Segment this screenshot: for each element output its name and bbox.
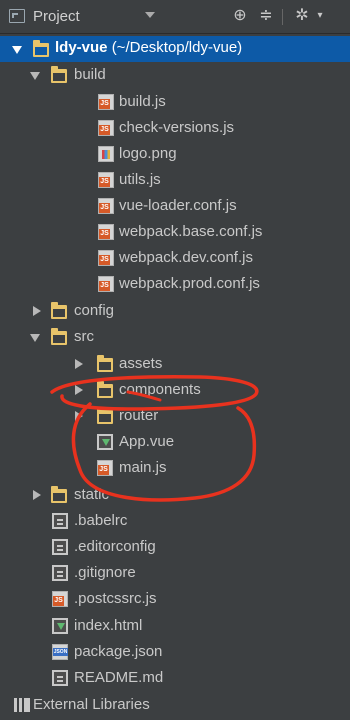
tree-file[interactable]: .babelrc (0, 508, 350, 534)
file-label: build.js (119, 93, 166, 110)
tree-folder-static[interactable]: static (0, 482, 350, 508)
tree-file[interactable]: index.html (0, 613, 350, 639)
tree-folder-components[interactable]: components (0, 377, 350, 403)
folder-icon (51, 66, 67, 83)
tree-file[interactable]: webpack.prod.conf.js (0, 271, 350, 297)
file-label: .babelrc (74, 512, 128, 529)
file-label: README.md (74, 669, 164, 686)
file-label: .gitignore (74, 564, 136, 581)
js-file-icon (98, 172, 114, 188)
folder-label: build (74, 66, 106, 83)
js-file-icon (98, 224, 114, 240)
folder-label: config (74, 302, 115, 319)
toolbar-divider (282, 9, 283, 25)
collapse-arrow-icon[interactable] (33, 306, 41, 316)
folder-icon (97, 381, 113, 398)
collapse-arrow-icon[interactable] (75, 359, 83, 369)
file-label: App.vue (119, 433, 175, 450)
folder-icon (33, 40, 49, 57)
tree-file[interactable]: .postcssrc.js (0, 586, 350, 612)
folder-icon (97, 407, 113, 424)
tree-file[interactable]: package.json (0, 639, 350, 665)
tree-file[interactable]: App.vue (0, 429, 350, 455)
expand-arrow-icon[interactable] (12, 46, 22, 54)
text-file-icon (52, 670, 68, 686)
tree-file[interactable]: webpack.base.conf.js (0, 219, 350, 245)
js-file-icon (52, 591, 68, 607)
folder-label: static (74, 486, 110, 503)
tree-folder-build[interactable]: build (0, 62, 350, 88)
root-path: (~/Desktop/ldy-vue) (111, 39, 243, 56)
file-label: index.html (74, 617, 143, 634)
file-label: .editorconfig (74, 538, 156, 555)
js-file-icon (98, 250, 114, 266)
collapse-arrow-icon[interactable] (75, 411, 83, 421)
vue-file-icon (97, 434, 113, 450)
file-label: logo.png (119, 145, 177, 162)
js-file-icon (98, 276, 114, 292)
tree-file[interactable]: check-versions.js (0, 115, 350, 141)
tree-file[interactable]: main.js (0, 455, 350, 481)
file-label: utils.js (119, 171, 161, 188)
collapse-arrow-icon[interactable] (33, 490, 41, 500)
gear-icon[interactable]: ✲ (292, 5, 312, 27)
root-name: ldy-vue (55, 39, 108, 56)
tree-file[interactable]: .gitignore (0, 560, 350, 586)
external-libraries-label: External Libraries (33, 696, 150, 713)
tree-file[interactable]: README.md (0, 665, 350, 691)
tree-external-libraries[interactable]: External Libraries (0, 692, 350, 718)
js-file-icon (98, 198, 114, 214)
project-view-icon[interactable] (9, 9, 25, 23)
tree-file[interactable]: vue-loader.conf.js (0, 193, 350, 219)
collapse-arrow-icon[interactable] (75, 385, 83, 395)
library-icon (14, 698, 30, 712)
tree-file[interactable]: build.js (0, 89, 350, 115)
image-file-icon (98, 146, 114, 162)
collapse-icon[interactable]: ≑ (256, 5, 276, 27)
file-label: check-versions.js (119, 119, 235, 136)
expand-arrow-icon[interactable] (30, 334, 40, 342)
folder-icon (51, 302, 67, 319)
tree-folder-src[interactable]: src (0, 324, 350, 350)
tree-file[interactable]: .editorconfig (0, 534, 350, 560)
tree-file[interactable]: logo.png (0, 141, 350, 167)
js-file-icon (98, 94, 114, 110)
folder-label: src (74, 328, 94, 345)
file-label: webpack.prod.conf.js (119, 275, 260, 292)
file-label: webpack.dev.conf.js (119, 249, 253, 266)
file-label: main.js (119, 459, 167, 476)
tree-file[interactable]: webpack.dev.conf.js (0, 245, 350, 271)
folder-icon (97, 355, 113, 372)
file-label: vue-loader.conf.js (119, 197, 237, 214)
folder-label: components (119, 381, 201, 398)
file-label: package.json (74, 643, 163, 660)
tree-folder-config[interactable]: config (0, 298, 350, 324)
folder-icon (51, 328, 67, 345)
js-file-icon (97, 460, 113, 476)
tree-file[interactable]: utils.js (0, 167, 350, 193)
folder-label: assets (119, 355, 163, 372)
json-file-icon (52, 644, 68, 660)
expand-arrow-icon[interactable] (30, 72, 40, 80)
file-label: webpack.base.conf.js (119, 223, 263, 240)
chevron-down-icon[interactable] (145, 12, 155, 18)
project-view-title[interactable]: Project (33, 8, 80, 25)
text-file-icon (52, 513, 68, 529)
folder-label: router (119, 407, 159, 424)
tree-folder-assets[interactable]: assets (0, 351, 350, 377)
html-file-icon (52, 618, 68, 634)
tree-folder-router[interactable]: router (0, 403, 350, 429)
text-file-icon (52, 539, 68, 555)
chevron-down-icon[interactable]: ▾ (310, 5, 330, 27)
js-file-icon (98, 120, 114, 136)
project-toolbar: Project ⊕ ≑ ✲ ▾ (0, 0, 350, 34)
folder-icon (51, 486, 67, 503)
text-file-icon (52, 565, 68, 581)
tree-root-ldy-vue[interactable]: ldy-vue (~/Desktop/ldy-vue) (0, 36, 350, 62)
target-icon[interactable]: ⊕ (230, 5, 250, 27)
file-label: .postcssrc.js (74, 590, 157, 607)
